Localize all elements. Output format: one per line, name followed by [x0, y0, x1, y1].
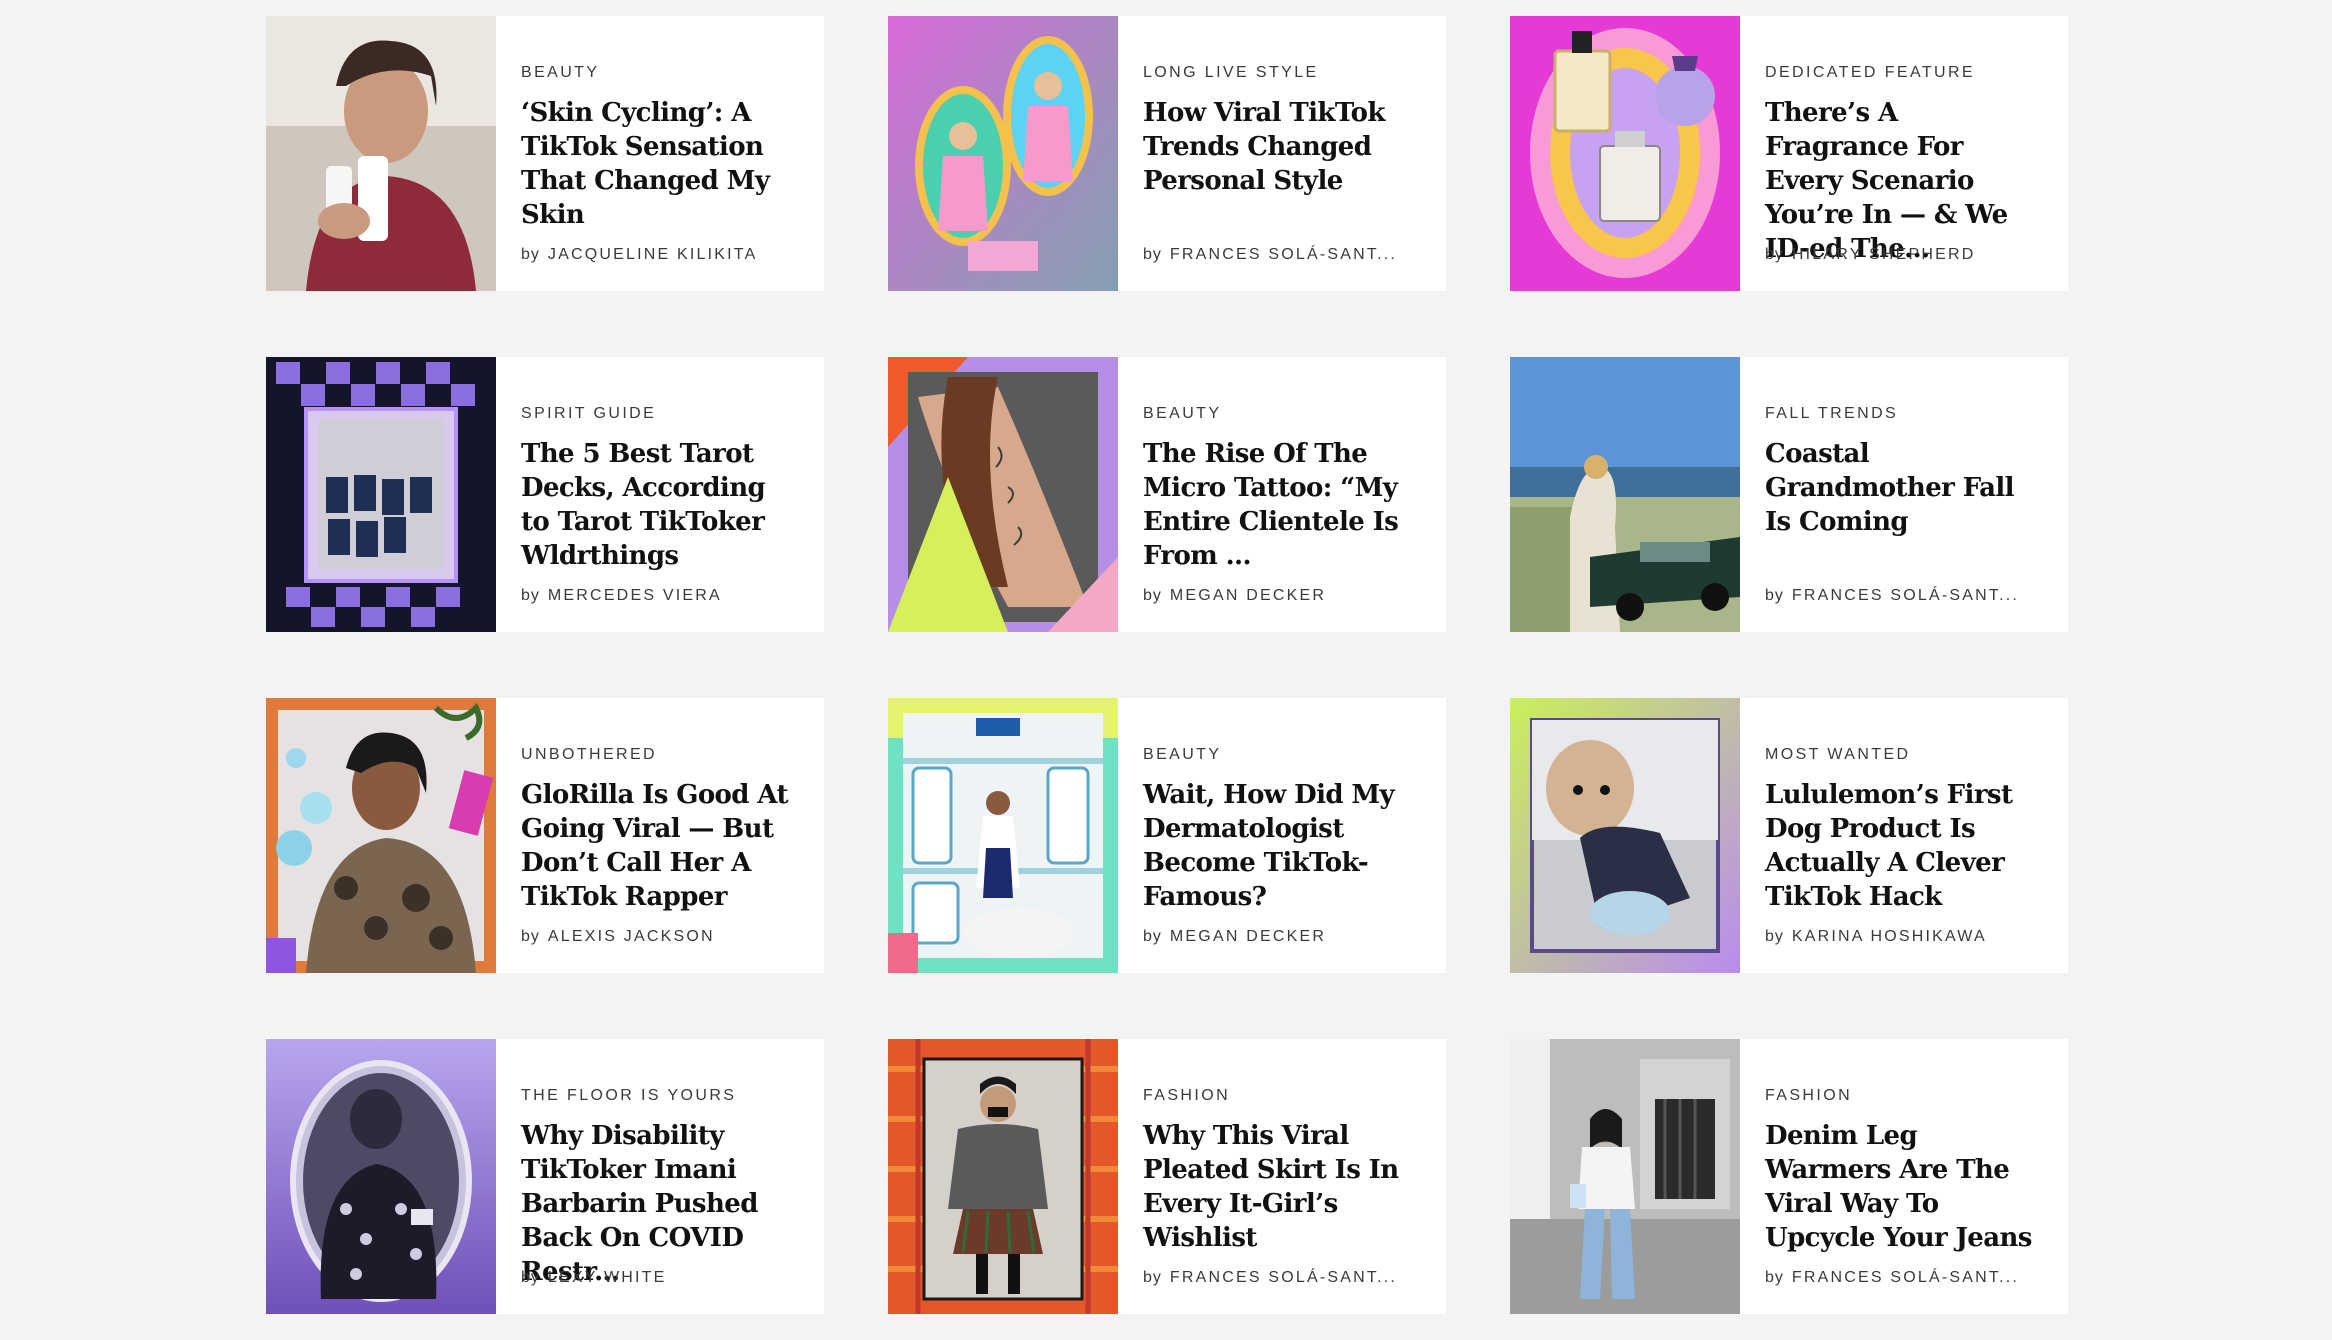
dermatologist-cerave-photo[interactable] — [888, 698, 1118, 973]
author-name[interactable]: ALEXIS JACKSON — [548, 928, 715, 945]
article-byline: by JACQUELINE KILIKITA — [521, 246, 757, 264]
article-byline: by MEGAN DECKER — [1143, 587, 1326, 605]
author-name[interactable]: FRANCES SOLÁ-SANT... — [1170, 246, 1397, 263]
article-headline[interactable]: Lululemon’s First Dog Product Is Actuall… — [1765, 778, 2042, 914]
article-headline[interactable]: How Viral TikTok Trends Changed Personal… — [1143, 96, 1420, 198]
byline-prefix: by — [1765, 1269, 1784, 1286]
article-category[interactable]: DEDICATED FEATURE — [1765, 64, 2042, 82]
article-text: FASHION Denim Leg Warmers Are The Viral W… — [1740, 1039, 2068, 1314]
byline-prefix: by — [1143, 1269, 1162, 1286]
article-category[interactable]: THE FLOOR IS YOURS — [521, 1087, 798, 1105]
dog-jacket-photo[interactable] — [1510, 698, 1740, 973]
article-headline[interactable]: There’s A Fragrance For Every Scenario Y… — [1765, 96, 2042, 266]
byline-prefix: by — [1143, 928, 1162, 945]
article-byline: by MERCEDES VIERA — [521, 587, 722, 605]
article-text: BEAUTY Wait, How Did My Dermatologist Bec… — [1118, 698, 1446, 973]
article-text: DEDICATED FEATURE There’s A Fragrance For… — [1740, 16, 2068, 291]
article-headline[interactable]: Why This Viral Pleated Skirt Is In Every… — [1143, 1119, 1420, 1255]
author-name[interactable]: FRANCES SOLÁ-SANT... — [1792, 1269, 2019, 1286]
article-card[interactable]: FASHION Denim Leg Warmers Are The Viral W… — [1510, 1039, 2068, 1314]
author-name[interactable]: JACQUELINE KILIKITA — [548, 246, 758, 263]
article-card[interactable]: LONG LIVE STYLE How Viral TikTok Trends C… — [888, 16, 1446, 291]
byline-prefix: by — [1143, 246, 1162, 263]
author-name[interactable]: MERCEDES VIERA — [548, 587, 722, 604]
article-text: BEAUTY ‘Skin Cycling’: A TikTok Sensation… — [496, 16, 824, 291]
article-card[interactable]: SPIRIT GUIDE The 5 Best Tarot Decks, Acco… — [266, 357, 824, 632]
author-name[interactable]: LEXY WHITE — [548, 1269, 667, 1286]
author-name[interactable]: FRANCES SOLÁ-SANT... — [1170, 1269, 1397, 1286]
article-category[interactable]: UNBOTHERED — [521, 746, 798, 764]
article-category[interactable]: FASHION — [1143, 1087, 1420, 1105]
article-card[interactable]: BEAUTY ‘Skin Cycling’: A TikTok Sensation… — [266, 16, 824, 291]
author-name[interactable]: MEGAN DECKER — [1170, 928, 1326, 945]
article-headline[interactable]: Why Disability TikToker Imani Barbarin P… — [521, 1119, 798, 1289]
article-byline: by FRANCES SOLÁ-SANT... — [1765, 587, 2019, 605]
article-text: SPIRIT GUIDE The 5 Best Tarot Decks, Acco… — [496, 357, 824, 632]
article-card[interactable]: UNBOTHERED GloRilla Is Good At Going Vira… — [266, 698, 824, 973]
article-card[interactable]: MOST WANTED Lululemon’s First Dog Product… — [1510, 698, 2068, 973]
byline-prefix: by — [1143, 587, 1162, 604]
article-text: BEAUTY The Rise Of The Micro Tattoo: “My … — [1118, 357, 1446, 632]
article-card[interactable]: DEDICATED FEATURE There’s A Fragrance For… — [1510, 16, 2068, 291]
byline-prefix: by — [521, 928, 540, 945]
denim-leg-warmers-photo[interactable] — [1510, 1039, 1740, 1314]
article-category[interactable]: BEAUTY — [1143, 405, 1420, 423]
glorilla-collage-photo[interactable] — [266, 698, 496, 973]
author-name[interactable]: FRANCES SOLÁ-SANT... — [1792, 587, 2019, 604]
article-text: UNBOTHERED GloRilla Is Good At Going Vira… — [496, 698, 824, 973]
article-card[interactable]: BEAUTY The Rise Of The Micro Tattoo: “My … — [888, 357, 1446, 632]
article-byline: by ALEXIS JACKSON — [521, 928, 715, 946]
article-headline[interactable]: GloRilla Is Good At Going Viral — But Do… — [521, 778, 798, 914]
article-byline: by FRANCES SOLÁ-SANT... — [1143, 1269, 1397, 1287]
pleated-skirt-photo[interactable] — [888, 1039, 1118, 1314]
imani-barbarin-photo[interactable] — [266, 1039, 496, 1314]
arm-tattoo-photo[interactable] — [888, 357, 1118, 632]
article-headline[interactable]: Denim Leg Warmers Are The Viral Way To U… — [1765, 1119, 2042, 1255]
article-text: THE FLOOR IS YOURS Why Disability TikToke… — [496, 1039, 824, 1314]
article-byline: by LEXY WHITE — [521, 1269, 667, 1287]
author-name[interactable]: KARINA HOSHIKAWA — [1792, 928, 1987, 945]
byline-prefix: by — [521, 1269, 540, 1286]
article-grid: BEAUTY ‘Skin Cycling’: A TikTok Sensation… — [266, 16, 2068, 1314]
article-category[interactable]: BEAUTY — [521, 64, 798, 82]
perfume-bottles-photo[interactable] — [1510, 16, 1740, 291]
article-card[interactable]: FASHION Why This Viral Pleated Skirt Is I… — [888, 1039, 1446, 1314]
article-text: MOST WANTED Lululemon’s First Dog Product… — [1740, 698, 2068, 973]
article-byline: by MEGAN DECKER — [1143, 928, 1326, 946]
article-text: FASHION Why This Viral Pleated Skirt Is I… — [1118, 1039, 1446, 1314]
article-headline[interactable]: Coastal Grandmother Fall Is Coming — [1765, 437, 2042, 539]
byline-prefix: by — [1765, 246, 1784, 263]
pink-dress-collage-photo[interactable] — [888, 16, 1118, 291]
article-text: FALL TRENDS Coastal Grandmother Fall Is C… — [1740, 357, 2068, 632]
article-byline: by FRANCES SOLÁ-SANT... — [1765, 1269, 2019, 1287]
byline-prefix: by — [1765, 587, 1784, 604]
tarot-deck-photo[interactable] — [266, 357, 496, 632]
article-text: LONG LIVE STYLE How Viral TikTok Trends C… — [1118, 16, 1446, 291]
author-name[interactable]: HILARY SHEPHERD — [1792, 246, 1976, 263]
article-category[interactable]: FALL TRENDS — [1765, 405, 2042, 423]
article-category[interactable]: FASHION — [1765, 1087, 2042, 1105]
coastal-car-photo[interactable] — [1510, 357, 1740, 632]
article-headline[interactable]: ‘Skin Cycling’: A TikTok Sensation That … — [521, 96, 798, 232]
article-card[interactable]: THE FLOOR IS YOURS Why Disability TikToke… — [266, 1039, 824, 1314]
article-card[interactable]: BEAUTY Wait, How Did My Dermatologist Bec… — [888, 698, 1446, 973]
byline-prefix: by — [1765, 928, 1784, 945]
article-headline[interactable]: The 5 Best Tarot Decks, According to Tar… — [521, 437, 798, 573]
article-byline: by HILARY SHEPHERD — [1765, 246, 1975, 264]
article-category[interactable]: SPIRIT GUIDE — [521, 405, 798, 423]
article-byline: by FRANCES SOLÁ-SANT... — [1143, 246, 1397, 264]
article-category[interactable]: MOST WANTED — [1765, 746, 2042, 764]
article-byline: by KARINA HOSHIKAWA — [1765, 928, 1987, 946]
article-category[interactable]: BEAUTY — [1143, 746, 1420, 764]
article-category[interactable]: LONG LIVE STYLE — [1143, 64, 1420, 82]
article-headline[interactable]: Wait, How Did My Dermatologist Become Ti… — [1143, 778, 1420, 914]
article-card[interactable]: FALL TRENDS Coastal Grandmother Fall Is C… — [1510, 357, 2068, 632]
byline-prefix: by — [521, 587, 540, 604]
byline-prefix: by — [521, 246, 540, 263]
author-name[interactable]: MEGAN DECKER — [1170, 587, 1326, 604]
woman-skincare-photo[interactable] — [266, 16, 496, 291]
article-headline[interactable]: The Rise Of The Micro Tattoo: “My Entire… — [1143, 437, 1420, 573]
